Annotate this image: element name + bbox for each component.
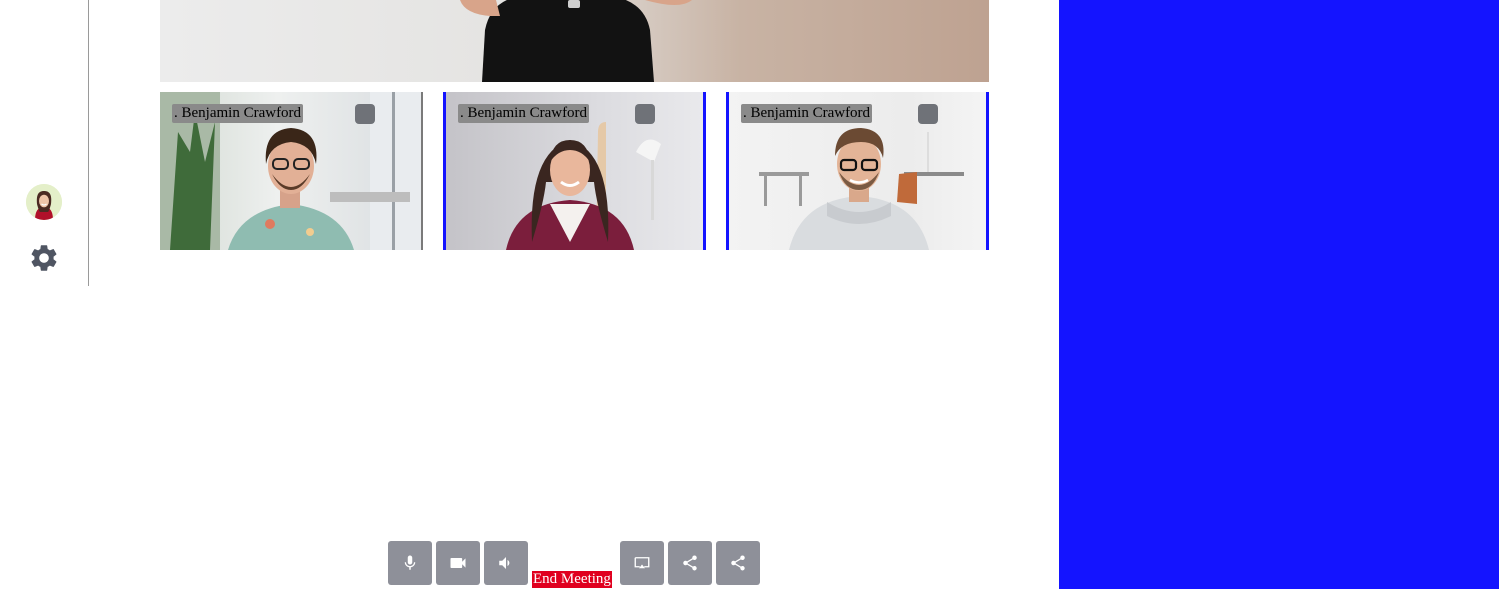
- share-icon: [683, 555, 697, 571]
- main-video: [160, 0, 989, 82]
- participant-name: . Benjamin Crawford: [741, 104, 873, 123]
- participant-tile-active[interactable]: . Benjamin Crawford: [726, 92, 989, 250]
- side-panel: [1059, 0, 1499, 589]
- video-call-app: . Benjamin Crawford . Benjamin Crawford: [0, 0, 1502, 589]
- mute-indicator-icon: [355, 104, 375, 124]
- speaker-button[interactable]: [484, 541, 528, 585]
- user-avatar[interactable]: [26, 184, 62, 220]
- screen-cast-icon: [634, 557, 650, 569]
- participant-name: . Benjamin Crawford: [458, 104, 590, 123]
- camera-button[interactable]: [436, 541, 480, 585]
- main-video-feed: [460, 0, 692, 82]
- microphone-button[interactable]: [388, 541, 432, 585]
- end-meeting-button[interactable]: End Meeting: [532, 571, 612, 588]
- gear-icon[interactable]: [28, 242, 60, 274]
- share-button-secondary[interactable]: [716, 541, 760, 585]
- share-button[interactable]: [668, 541, 712, 585]
- speaker-icon: [499, 557, 510, 569]
- microphone-icon: [404, 555, 416, 570]
- participant-tile[interactable]: . Benjamin Crawford: [160, 92, 423, 250]
- share-icon: [731, 555, 745, 571]
- screen-cast-button[interactable]: [620, 541, 664, 585]
- sidebar: [0, 0, 89, 286]
- participant-tile-active[interactable]: . Benjamin Crawford: [443, 92, 706, 250]
- participant-name: . Benjamin Crawford: [172, 104, 304, 123]
- mute-indicator-icon: [635, 104, 655, 124]
- camera-icon: [450, 558, 466, 568]
- mute-indicator-icon: [918, 104, 938, 124]
